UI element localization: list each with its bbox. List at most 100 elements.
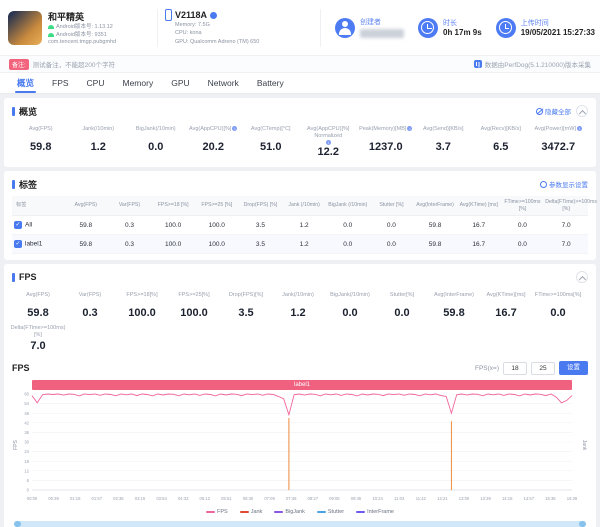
svg-text:00:39: 00:39 xyxy=(48,496,59,501)
svg-text:03:54: 03:54 xyxy=(156,496,167,501)
stat-Peak(Memory)[MB]: Peak(Memory)[MB] i 1237.0 xyxy=(357,123,415,161)
gear-icon xyxy=(540,180,547,188)
fps-chart-svg: 0 6 12 18 24 30 36 42 48 54 60 00:00 00:39 01:18 01:57… xyxy=(13,392,587,501)
tab-CPU[interactable]: CPU xyxy=(78,73,114,93)
svg-text:02:36: 02:36 xyxy=(113,496,124,501)
tab-GPU[interactable]: GPU xyxy=(162,73,198,93)
svg-text:05:51: 05:51 xyxy=(221,496,232,501)
column-header: Stutter [%] xyxy=(369,196,414,217)
table-cell: 0.3 xyxy=(107,215,152,236)
svg-text:42: 42 xyxy=(24,421,29,426)
column-header: Drop(FPS) [%] xyxy=(238,196,283,217)
stat-Avg(InterFrame): Avg(InterFrame) 59.8 xyxy=(434,292,474,320)
overview-card: 概览 隐藏全部 Avg(FPS) 59.8 Jank(/10min) 1.2 BigJa… xyxy=(4,98,596,168)
clock-icon xyxy=(418,17,438,38)
legend-InterFrame[interactable]: InterFrame xyxy=(356,509,394,515)
table-cell: 0.0 xyxy=(369,215,414,236)
labels-card: 标签 参数显示设置 标签 Avg(FPS) Var(FPS) FPS>=18 [%] F… xyxy=(4,171,597,261)
stat-Var(FPS): Var(FPS) 0.3 xyxy=(78,292,102,320)
table-cell: 16.7 xyxy=(456,215,501,236)
label1-banner: label1 xyxy=(32,380,572,391)
perfdog-version-icon xyxy=(473,60,482,68)
svg-text:6: 6 xyxy=(27,478,30,483)
fps-chart-block: FPS FPS(x=) 设置 label1 0 6 12 18 24 30 36 42 48 54… xyxy=(12,361,588,527)
svg-text:36: 36 xyxy=(24,430,29,435)
svg-text:15:36: 15:36 xyxy=(545,496,556,501)
stat-Jank(/10min): Jank(/10min) 1.2 xyxy=(282,292,314,320)
stat-FPS>=18[%]: FPS>=18[%] 100.0 xyxy=(126,292,158,320)
svg-text:07:09: 07:09 xyxy=(264,496,275,501)
app-version-1: Android版本号: 1.13.12 xyxy=(56,23,113,30)
device-cpu: CPU: kona xyxy=(175,30,202,37)
legend-Stutter[interactable]: Stutter xyxy=(316,509,344,515)
tab-概览[interactable]: 概览 xyxy=(8,73,43,93)
stat-Jank(/10min): Jank(/10min) 1.2 xyxy=(82,126,115,153)
tab-Memory[interactable]: Memory xyxy=(114,73,163,93)
row-checkbox[interactable]: ✓ xyxy=(14,240,22,249)
note-text: 测试备注，不能超200个字符 xyxy=(32,62,116,69)
scrollbar-left-handle[interactable] xyxy=(14,521,21,527)
apply-settings-button[interactable]: 设置 xyxy=(559,361,588,376)
tab-bar: 概览 FPS CPU Memory GPU Network Battery xyxy=(0,73,600,94)
svg-text:14:57: 14:57 xyxy=(524,496,535,501)
device-model: V2118A xyxy=(175,10,208,21)
scrollbar-right-handle[interactable] xyxy=(579,521,586,527)
collapse-overview-button[interactable] xyxy=(576,105,588,117)
legend-mark xyxy=(356,511,366,514)
table-cell: 7.0 xyxy=(544,215,588,236)
divider xyxy=(320,8,321,47)
fps-threshold-input-2[interactable] xyxy=(531,361,555,375)
legend-BigJank[interactable]: BigJank xyxy=(274,509,305,515)
section-accent xyxy=(12,106,15,116)
chart-range-scrollbar[interactable] xyxy=(14,521,586,527)
info-icon[interactable]: i xyxy=(576,126,582,131)
stat-BigJank(/10min): BigJank(/10min) 0.0 xyxy=(330,292,370,320)
app-version-2: Android版本号: 9351 xyxy=(56,32,107,38)
fps-threshold-input-1[interactable] xyxy=(503,361,527,375)
column-header: Delta(FTime)>=100ms [%] xyxy=(544,196,597,217)
legend-mark xyxy=(316,511,326,514)
svg-text:00:00: 00:00 xyxy=(27,496,38,501)
notes-bar: 备注: 测试备注，不能超200个字符 数据由PerfDog(5.1.210000… xyxy=(0,56,600,73)
svg-text:09:45: 09:45 xyxy=(351,496,362,501)
param-display-settings-link[interactable]: 参数显示设置 xyxy=(540,179,588,189)
hide-all-link[interactable]: 隐藏全部 xyxy=(536,106,571,116)
table-header-row: 标签 Avg(FPS) Var(FPS) FPS>=18 [%] FPS>=25 [%]… xyxy=(12,196,597,217)
labels-title: 标签 xyxy=(19,179,38,190)
creator-label: 创建者 xyxy=(360,19,381,26)
svg-text:01:57: 01:57 xyxy=(92,496,103,501)
table-cell: 59.8 xyxy=(64,215,108,236)
app-name: 和平精英 xyxy=(48,11,85,22)
svg-text:24: 24 xyxy=(24,449,29,454)
tab-Battery[interactable]: Battery xyxy=(248,73,293,93)
legend-FPS[interactable]: FPS xyxy=(205,509,228,515)
svg-text:01:18: 01:18 xyxy=(70,496,81,501)
duration-label: 时长 xyxy=(443,20,457,27)
column-header: 标签 xyxy=(12,196,64,217)
tab-Network[interactable]: Network xyxy=(199,73,248,93)
legend-Jank[interactable]: Jank xyxy=(239,509,262,515)
row-checkbox[interactable]: ✓ xyxy=(14,221,22,230)
overview-stats: Avg(FPS) 59.8 Jank(/10min) 1.2 BigJank(/10mi… xyxy=(12,123,588,161)
upload-block: 上传时间 19/05/2021 15:27:33 xyxy=(495,17,595,38)
info-icon[interactable]: i xyxy=(325,140,331,146)
stat-Drop(FPS)[%]: Drop(FPS)[%] 3.5 xyxy=(228,292,264,320)
info-icon[interactable]: i xyxy=(407,126,413,131)
stat-Avg(AppCPU)[%] Normalized: Avg(AppCPU)[%] Normalized i 12.2 xyxy=(307,126,350,159)
svg-text:60: 60 xyxy=(24,392,29,397)
app-package: com.tencent.tmgp.pubgmhd xyxy=(48,39,117,46)
table-cell: 0.0 xyxy=(325,234,370,255)
table-cell: 100.0 xyxy=(194,234,239,255)
collapse-fps-button[interactable] xyxy=(576,271,588,284)
app-icon xyxy=(8,10,42,45)
stat-Stutter[%]: Stutter[%] 0.0 xyxy=(389,292,415,320)
svg-text:11:42: 11:42 xyxy=(416,496,427,501)
upload-value: 19/05/2021 15:27:33 xyxy=(520,28,595,37)
info-icon[interactable]: i xyxy=(232,126,238,131)
column-header: Avg(KTime) [ms] xyxy=(456,196,501,217)
tab-FPS[interactable]: FPS xyxy=(43,73,78,93)
table-cell: 0.0 xyxy=(325,215,370,236)
eye-slash-icon xyxy=(536,107,543,115)
legend-mark xyxy=(239,511,249,514)
svg-text:14:18: 14:18 xyxy=(502,496,513,501)
